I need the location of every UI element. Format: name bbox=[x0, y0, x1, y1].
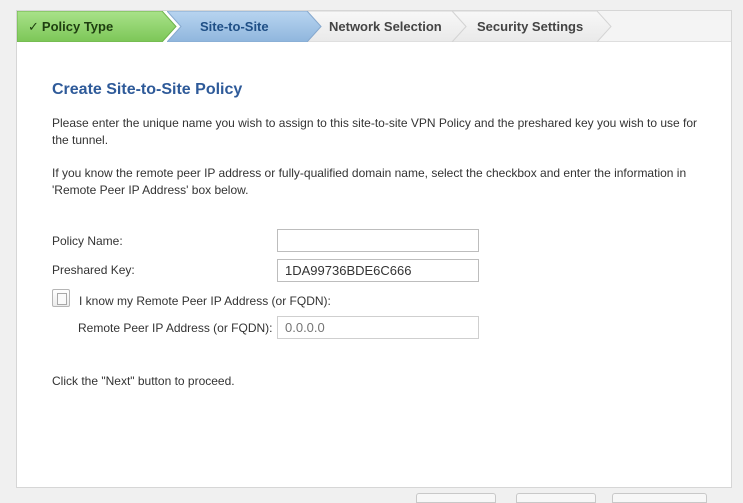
policy-name-input[interactable] bbox=[277, 229, 479, 252]
wizard-step-policy-type[interactable]: ✓ Policy Type bbox=[17, 11, 177, 42]
wizard-step-security-settings[interactable]: Security Settings bbox=[452, 11, 612, 42]
wizard-step-label: Site-to-Site bbox=[200, 19, 269, 34]
preshared-key-input[interactable] bbox=[277, 259, 479, 282]
policy-name-label: Policy Name: bbox=[52, 234, 123, 248]
back-button[interactable] bbox=[416, 493, 496, 503]
wizard-panel: Security Settings Network Selection Site… bbox=[16, 10, 732, 488]
next-button[interactable] bbox=[516, 493, 596, 503]
remote-peer-checkbox-label: I know my Remote Peer IP Address (or FQD… bbox=[79, 294, 331, 308]
wizard-step-label: Security Settings bbox=[477, 19, 584, 34]
wizard-step-label-wrap: ✓ Policy Type bbox=[28, 11, 113, 42]
wizard-step-label: Network Selection bbox=[329, 19, 442, 34]
checkmark-icon: ✓ bbox=[28, 19, 39, 34]
wizard-step-label: Policy Type bbox=[41, 19, 114, 34]
intro-text: Please enter the unique name you wish to… bbox=[52, 116, 698, 147]
footer-hint-text: Click the "Next" button to proceed. bbox=[52, 374, 235, 388]
page-title: Create Site-to-Site Policy bbox=[52, 81, 243, 98]
cancel-button[interactable] bbox=[612, 493, 707, 503]
wizard-step-site-to-site[interactable]: Site-to-Site bbox=[167, 11, 327, 42]
preshared-key-label: Preshared Key: bbox=[52, 263, 135, 277]
remote-peer-label: Remote Peer IP Address (or FQDN): bbox=[78, 321, 273, 335]
remote-hint-text: If you know the remote peer IP address o… bbox=[52, 166, 687, 197]
wizard-steps: Security Settings Network Selection Site… bbox=[17, 11, 731, 42]
remote-peer-checkbox[interactable] bbox=[52, 289, 70, 307]
remote-peer-input[interactable] bbox=[277, 316, 479, 339]
wizard-steps-filler bbox=[597, 11, 731, 42]
wizard-step-network-selection[interactable]: Network Selection bbox=[307, 11, 472, 42]
